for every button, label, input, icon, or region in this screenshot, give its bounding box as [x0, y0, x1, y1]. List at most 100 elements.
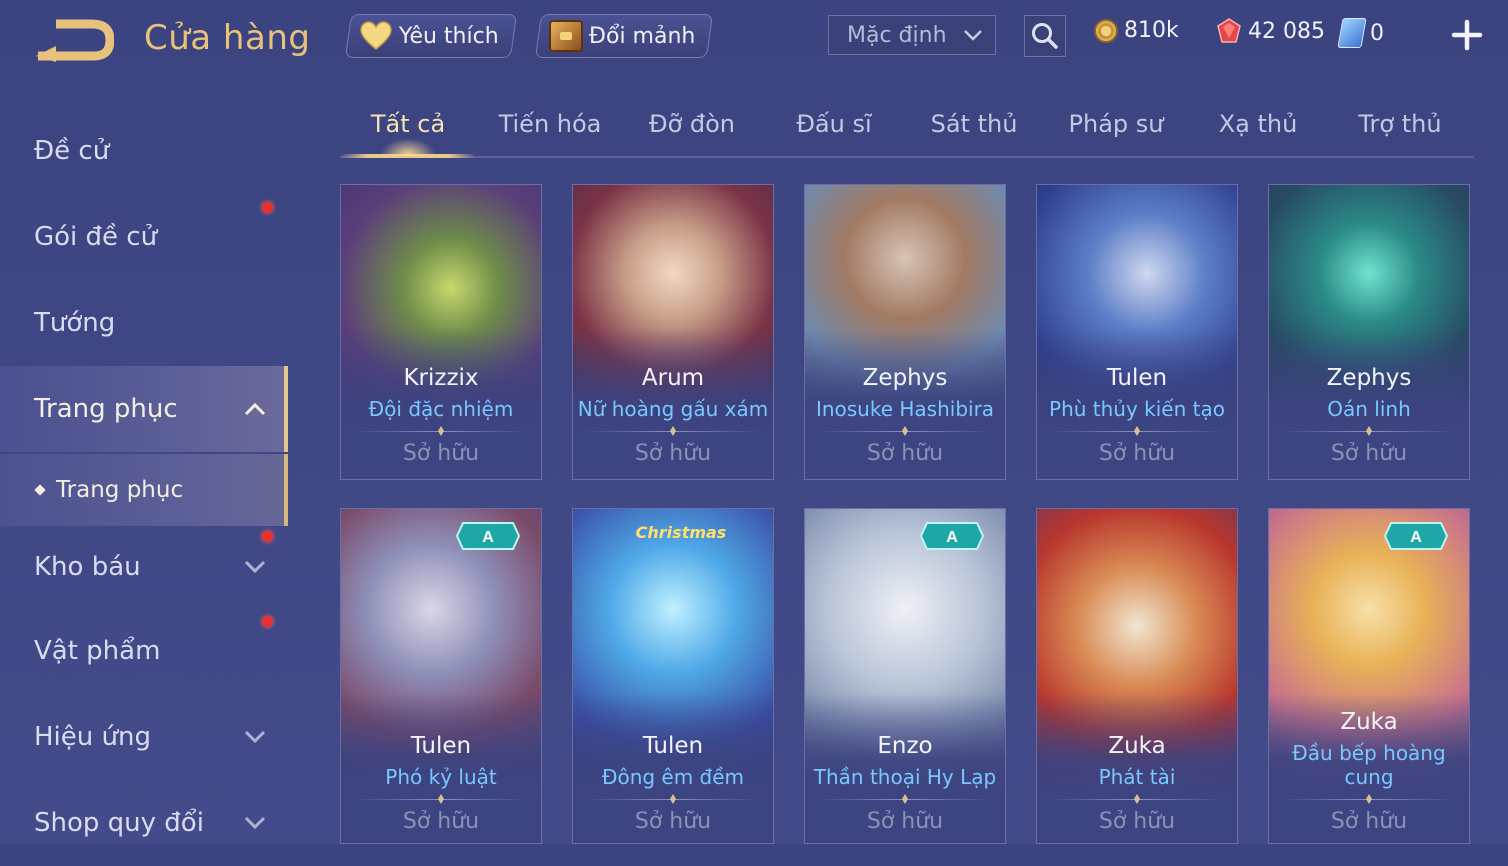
sidebar-subitem-label: Trang phục [56, 477, 184, 503]
skin-name: Inosuke Hashibira [815, 397, 995, 421]
skin-card[interactable]: Zuka Phát tài Sở hữu [1036, 508, 1238, 844]
skin-name: Đội đặc nhiệm [368, 397, 514, 421]
sidebar-item-items[interactable]: Vật phẩm [0, 608, 288, 694]
hero-name: Enzo [877, 733, 933, 759]
skin-card[interactable]: Zephys Inosuke Hashibira Sở hữu [804, 184, 1006, 480]
skin-card[interactable]: Zephys Oán linh Sở hữu [1268, 184, 1470, 480]
chevron-down-icon [964, 30, 982, 41]
tab-label: Tiến hóa [498, 110, 602, 138]
tab-marksman[interactable]: Xạ thủ [1190, 110, 1326, 138]
owned-status: Sở hữu [1330, 809, 1408, 834]
sidebar-item-label: Vật phẩm [34, 636, 161, 666]
sidebar-item-label: Shop quy đổi [34, 808, 204, 838]
tab-assassin[interactable]: Sát thủ [906, 110, 1042, 138]
sidebar-item-treasure[interactable]: Kho báu [0, 524, 288, 610]
tab-label: Đấu sĩ [796, 110, 872, 138]
divider [585, 431, 761, 432]
notification-dot [262, 531, 273, 542]
search-button[interactable] [1024, 15, 1066, 57]
sidebar-item-label: Trang phục [34, 394, 178, 424]
limited-badge-icon: A [455, 522, 521, 550]
tab-label: Tất cả [370, 110, 446, 138]
tab-label: Sát thủ [930, 110, 1018, 138]
trade-fragments-label: Đổi mảnh [589, 23, 696, 49]
bullet-icon [34, 484, 46, 496]
voucher-icon [1337, 18, 1367, 48]
sidebar-item-featured-packs[interactable]: Gói đề cử [0, 194, 288, 280]
sidebar-item-label: Gói đề cử [34, 222, 158, 252]
owned-status: Sở hữu [1098, 441, 1176, 466]
sidebar-item-label: Đề cử [34, 136, 110, 166]
skin-card[interactable]: Tulen Phù thủy kiến tạo Sở hữu [1036, 184, 1238, 480]
tab-label: Xạ thủ [1218, 110, 1298, 138]
gold-amount: 810k [1124, 18, 1179, 43]
sidebar-item-skins[interactable]: Trang phục [0, 366, 288, 452]
divider [817, 799, 993, 800]
tab-fighter[interactable]: Đấu sĩ [766, 110, 902, 138]
top-bar: Cửa hàng Yêu thích Đổi mảnh Mặc định 810… [0, 0, 1508, 78]
tab-all[interactable]: Tất cả [340, 110, 476, 138]
owned-status: Sở hữu [634, 441, 712, 466]
heart-icon [360, 21, 392, 50]
tab-support[interactable]: Trợ thủ [1332, 110, 1468, 138]
notification-dot [262, 616, 273, 627]
trade-fragments-button[interactable]: Đổi mảnh [534, 14, 714, 58]
tab-label: Pháp sư [1068, 110, 1164, 138]
skin-card[interactable]: A Zuka Đầu bếp hoàng cung Sở hữu [1268, 508, 1470, 844]
divider [1049, 799, 1225, 800]
skin-name: Đầu bếp hoàng cung [1292, 741, 1446, 789]
owned-status: Sở hữu [402, 441, 480, 466]
role-tabs: Tất cả Tiến hóa Đỡ đòn Đấu sĩ Sát thủ Ph… [340, 100, 1474, 158]
hero-name: Krizzix [403, 365, 479, 391]
tab-label: Trợ thủ [1358, 110, 1442, 138]
hero-name: Zephys [862, 365, 948, 391]
skin-name: Phát tài [1098, 765, 1176, 789]
divider [1049, 431, 1225, 432]
chevron-up-icon [244, 402, 266, 416]
divider [1281, 799, 1457, 800]
christmas-badge: Christmas [635, 523, 727, 542]
limited-badge-icon: A [919, 522, 985, 550]
skin-name: Đông êm đềm [601, 765, 745, 789]
divider [1281, 431, 1457, 432]
divider [817, 431, 993, 432]
notification-dot [262, 202, 273, 213]
owned-status: Sở hữu [634, 809, 712, 834]
sidebar-item-exchange-shop[interactable]: Shop quy đổi [0, 780, 288, 866]
skin-name: Nữ hoàng gấu xám [577, 397, 769, 421]
chevron-down-icon [244, 730, 266, 744]
gem-amount: 42 085 [1248, 18, 1325, 44]
gold-balance: 810k [1094, 18, 1179, 43]
sidebar-item-effects[interactable]: Hiệu ứng [0, 694, 288, 780]
sidebar-item-featured[interactable]: Đề cử [0, 108, 288, 194]
sort-dropdown[interactable]: Mặc định [828, 15, 996, 55]
plus-icon[interactable] [1450, 18, 1484, 52]
treasure-chest-icon [549, 20, 583, 52]
active-tab-glow [380, 138, 436, 156]
hero-name: Zuka [1108, 733, 1166, 759]
search-icon [1032, 23, 1058, 49]
hero-name: Tulen [1106, 365, 1168, 391]
tab-evolution[interactable]: Tiến hóa [482, 110, 618, 138]
skin-card[interactable]: Christmas Tulen Đông êm đềm Sở hữu [572, 508, 774, 844]
divider [353, 799, 529, 800]
skin-card[interactable]: A Tulen Phó kỷ luật Sở hữu [340, 508, 542, 844]
divider [585, 799, 761, 800]
skin-card[interactable]: Krizzix Đội đặc nhiệm Sở hữu [340, 184, 542, 480]
skin-name: Oán linh [1327, 397, 1411, 421]
hero-name: Zephys [1326, 365, 1412, 391]
tab-mage[interactable]: Pháp sư [1048, 110, 1184, 138]
owned-status: Sở hữu [866, 441, 944, 466]
skin-card[interactable]: A Enzo Thần thoại Hy Lạp Sở hữu [804, 508, 1006, 844]
tab-tank[interactable]: Đỡ đòn [624, 110, 760, 138]
favorites-button[interactable]: Yêu thích [344, 14, 517, 58]
owned-status: Sở hữu [1098, 809, 1176, 834]
skin-name: Thần thoại Hy Lạp [813, 765, 997, 789]
skin-card[interactable]: Arum Nữ hoàng gấu xám Sở hữu [572, 184, 774, 480]
sidebar-subitem-skins[interactable]: Trang phục [0, 454, 288, 526]
sidebar-item-label: Hiệu ứng [34, 722, 151, 752]
back-arrow-icon[interactable] [34, 18, 114, 62]
sidebar-item-heroes[interactable]: Tướng [0, 280, 288, 366]
skin-name: Phó kỷ luật [385, 765, 497, 789]
divider [353, 431, 529, 432]
